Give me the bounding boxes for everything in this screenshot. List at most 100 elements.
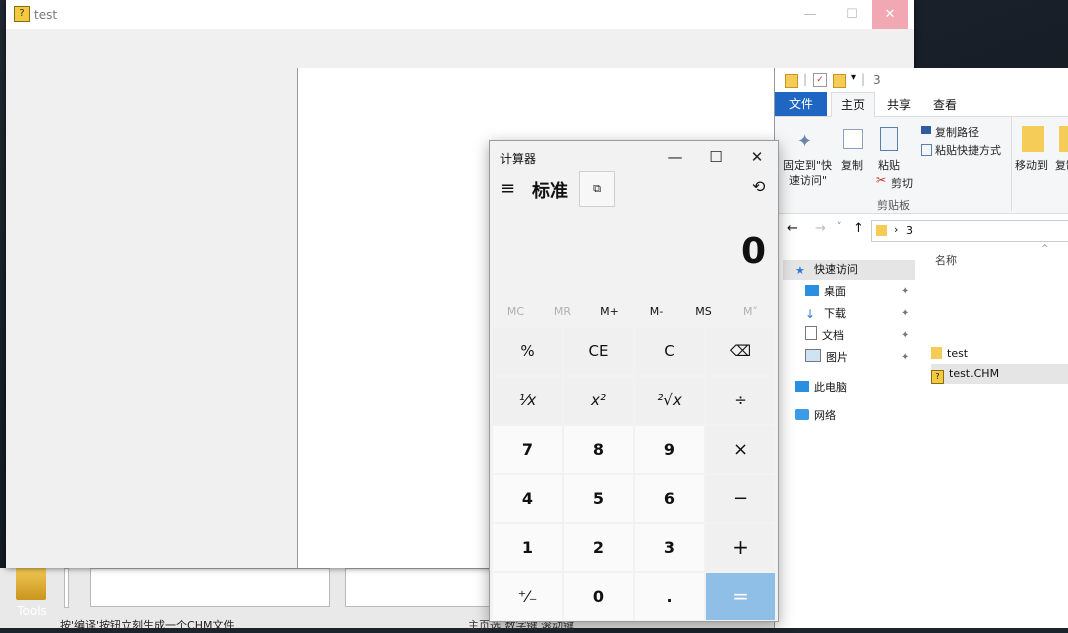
paste-shortcut-icon[interactable] <box>921 144 932 156</box>
back-arrow-icon[interactable]: ← <box>787 221 798 236</box>
digit-3-key[interactable]: 3 <box>635 524 704 571</box>
maximize-button[interactable]: ☐ <box>834 0 870 29</box>
clipboard-group-label: 剪贴板 <box>877 199 910 212</box>
memory-store-button[interactable]: MS <box>680 305 727 318</box>
subtract-key[interactable]: − <box>706 475 775 522</box>
nav-label: 图片 <box>826 351 848 364</box>
multiply-key[interactable]: × <box>706 426 775 473</box>
window-title: test <box>34 8 58 22</box>
decimal-key[interactable]: . <box>635 573 704 620</box>
divide-key[interactable]: ÷ <box>706 377 775 424</box>
digit-8-key[interactable]: 8 <box>564 426 633 473</box>
file-row[interactable]: test <box>931 344 1068 364</box>
file-row[interactable]: ? test.CHM <box>931 364 1068 384</box>
customize-toolbar-icon[interactable]: ▾ <box>851 72 856 83</box>
digit-5-key[interactable]: 5 <box>564 475 633 522</box>
background-panel-edge <box>64 568 69 608</box>
tab-share[interactable]: 共享 <box>887 96 911 113</box>
maximize-button[interactable]: ☐ <box>695 141 737 173</box>
memory-subtract-button[interactable]: M- <box>633 305 680 318</box>
star-icon: ★ <box>795 264 805 277</box>
new-folder-icon[interactable] <box>833 74 846 88</box>
paste-shortcut-button[interactable]: 粘贴快捷方式 <box>935 142 1001 158</box>
move-to-icon[interactable] <box>1022 126 1044 152</box>
nav-item-pictures[interactable]: 图片 <box>805 348 848 368</box>
digit-4-key[interactable]: 4 <box>493 475 562 522</box>
folder-icon <box>785 74 798 88</box>
tab-home[interactable]: 主页 <box>831 92 875 118</box>
negate-key[interactable]: ⁺⁄₋ <box>493 573 562 620</box>
pin-icon: ✦ <box>901 352 910 363</box>
up-arrow-icon[interactable]: ↑ <box>853 221 864 236</box>
digit-2-key[interactable]: 2 <box>564 524 633 571</box>
close-button[interactable]: ✕ <box>736 141 778 173</box>
address-path[interactable]: › 3 <box>871 220 1068 242</box>
clear-key[interactable]: C <box>635 328 704 375</box>
nav-item-documents[interactable]: 文档 <box>805 326 844 346</box>
ribbon-tabs: 文件 主页 共享 查看 <box>775 92 1068 118</box>
percent-key[interactable]: % <box>493 328 562 375</box>
quick-access-toolbar: | ✓ ▾ | 3 <box>775 68 1068 92</box>
group-divider <box>1011 117 1012 211</box>
minimize-button[interactable]: — <box>654 141 696 173</box>
pin-quick-access-label[interactable]: 固定到"快 <box>783 157 832 173</box>
history-icon[interactable]: ⟲ <box>752 177 765 196</box>
tab-view[interactable]: 查看 <box>933 96 957 113</box>
column-header-name[interactable]: 名称 <box>935 252 957 268</box>
memory-recall-button[interactable]: MR <box>539 305 586 318</box>
cut-button[interactable]: 剪切 <box>891 175 913 191</box>
tab-file[interactable]: 文件 <box>775 92 827 116</box>
reciprocal-key[interactable]: ¹⁄x <box>493 377 562 424</box>
copy-to-icon[interactable] <box>1059 126 1068 152</box>
digit-7-key[interactable]: 7 <box>493 426 562 473</box>
digit-6-key[interactable]: 6 <box>635 475 704 522</box>
title-bar[interactable]: ? test — ☐ ✕ <box>6 0 914 29</box>
desktop-icon-label[interactable]: Tools <box>10 604 54 618</box>
nav-label: 网络 <box>814 409 836 422</box>
keep-on-top-icon[interactable]: ⧉ <box>579 171 615 207</box>
nav-label: 下载 <box>824 307 846 320</box>
square-root-key[interactable]: ²√x <box>635 377 704 424</box>
digit-9-key[interactable]: 9 <box>635 426 704 473</box>
folder-icon[interactable] <box>16 566 46 600</box>
recent-locations-icon[interactable]: ˅ <box>837 222 842 232</box>
file-explorer-window: | ✓ ▾ | 3 文件 主页 共享 查看 ✦ 固定到"快 速访问" 复制 粘贴… <box>774 68 1068 628</box>
pin-quick-access-label[interactable]: 速访问" <box>789 172 827 188</box>
nav-item-network[interactable]: 网络 <box>795 406 836 426</box>
nav-item-downloads[interactable]: ↓ 下载 <box>805 304 846 324</box>
copy-path-icon[interactable] <box>921 126 931 134</box>
copy-button[interactable]: 复制 <box>841 157 863 173</box>
nav-item-this-pc[interactable]: 此电脑 <box>795 378 847 398</box>
add-key[interactable]: + <box>706 524 775 571</box>
copy-to-button[interactable]: 复制 <box>1055 157 1068 173</box>
result-display: 0 <box>740 231 766 272</box>
move-to-button[interactable]: 移动到 <box>1015 157 1048 173</box>
properties-icon[interactable]: ✓ <box>813 73 827 87</box>
folder-icon <box>931 347 942 359</box>
copy-path-button[interactable]: 复制路径 <box>935 124 979 140</box>
digit-1-key[interactable]: 1 <box>493 524 562 571</box>
nav-item-desktop[interactable]: 桌面 <box>805 282 846 302</box>
digit-0-key[interactable]: 0 <box>564 573 633 620</box>
breadcrumb-separator[interactable]: › <box>894 223 898 236</box>
desktop-icon <box>805 285 819 296</box>
minimize-button[interactable]: — <box>792 0 828 29</box>
memory-add-button[interactable]: M+ <box>586 305 633 318</box>
memory-list-button[interactable]: M˅ <box>727 305 774 318</box>
forward-arrow-icon[interactable]: → <box>815 221 826 236</box>
scissors-icon[interactable]: ✂ <box>876 173 886 187</box>
copy-icon[interactable] <box>843 129 863 149</box>
equals-key[interactable]: = <box>706 573 775 620</box>
pin-icon[interactable]: ✦ <box>797 131 812 152</box>
backspace-key[interactable]: ⌫ <box>706 328 775 375</box>
close-button[interactable]: ✕ <box>872 0 908 29</box>
paste-icon[interactable] <box>880 127 898 151</box>
square-key[interactable]: x² <box>564 377 633 424</box>
paste-button[interactable]: 粘贴 <box>878 157 900 173</box>
breadcrumb-item[interactable]: 3 <box>906 224 913 237</box>
clear-entry-key[interactable]: CE <box>564 328 633 375</box>
nav-item-quick-access[interactable]: ★ 快速访问 <box>795 260 858 280</box>
hamburger-menu-icon[interactable]: ≡ <box>500 178 515 199</box>
pin-icon: ✦ <box>901 330 910 341</box>
memory-clear-button[interactable]: MC <box>492 305 539 318</box>
